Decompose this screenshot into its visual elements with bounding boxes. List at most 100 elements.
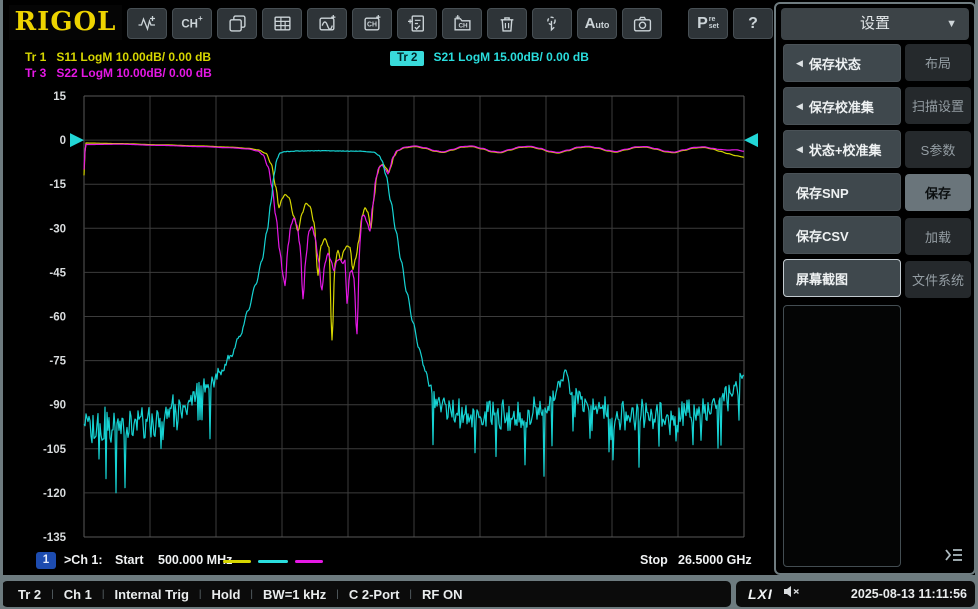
tab-label: 布局 (924, 56, 951, 71)
auto-icon: Auto (584, 14, 610, 32)
toolbar-button-help[interactable]: ? (733, 8, 773, 39)
status-item[interactable]: Tr 2 (18, 587, 41, 602)
lxi-indicator[interactable]: LXI (748, 586, 773, 602)
sidebar-item-label: 屏幕截图 (796, 271, 849, 287)
touch-icon (543, 15, 561, 33)
sidebar-item-5[interactable]: 屏幕截图 (783, 259, 901, 297)
submenu-arrow-icon: ◀ (796, 143, 803, 154)
tab-label: 扫描设置 (911, 99, 964, 115)
toolbar-button-add-trace[interactable] (127, 8, 167, 39)
status-bar: Tr 2 | Ch 1 | Internal Trig | Hold | BW=1 kHz | C … (0, 575, 978, 609)
settings-menu-panel: 设置 ▼ ◀ 保存状态 ◀ 保存校准集 ◀ 状态+校准集 保存SNP 保存CSV 屏幕截图 布局… (774, 2, 976, 575)
status-separator: | (198, 588, 202, 600)
tab-布局[interactable]: 布局 (905, 44, 971, 81)
status-separator: | (250, 588, 254, 600)
status-item[interactable]: BW=1 kHz (263, 587, 326, 602)
y-tick-label: -15 (49, 179, 66, 191)
sidebar-item-label: 保存SNP (796, 185, 849, 201)
y-tick-label: -135 (43, 532, 67, 544)
rigol-logo: RIGOL (9, 5, 122, 40)
sidebar-item-1[interactable]: ◀ 保存校准集 (783, 87, 901, 125)
y-tick-label: 15 (53, 91, 66, 103)
expand-menu-icon[interactable] (940, 543, 968, 567)
tab-扫描设置[interactable]: 扫描设置 (905, 87, 971, 125)
status-item[interactable]: Ch 1 (64, 587, 92, 602)
sidebar-item-label: 保存校准集 (808, 99, 874, 115)
sparameter-chart: 15 0 -15 -30 -45 -60 -75 -90 -105 -120 -135 (43, 91, 758, 544)
legend-dash (295, 560, 323, 563)
system-status: LXI 2025-08-13 11:11:56 (736, 581, 975, 607)
clock: 2025-08-13 11:11:56 (850, 587, 967, 601)
toolbar-button-recall-register[interactable]: CH (442, 8, 482, 39)
start-freq-value[interactable]: 500.000 MHz (158, 553, 232, 567)
status-item[interactable]: Internal Trig (115, 587, 189, 602)
tab-文件系统[interactable]: 文件系统 (905, 261, 971, 298)
legend-dash (223, 560, 251, 563)
y-tick-label: 0 (60, 135, 66, 147)
toolbar-button-autoscale[interactable]: Auto (577, 8, 617, 39)
sidebar-item-0[interactable]: ◀ 保存状态 (783, 44, 901, 82)
ref-level-marker-left[interactable] (70, 133, 84, 148)
toolbar-right-buttons: Pre set? (688, 8, 773, 39)
ref-level-marker-right[interactable] (744, 133, 758, 148)
y-tick-label: -75 (49, 356, 66, 368)
speaker-muted-icon[interactable] (783, 584, 800, 604)
start-freq-label[interactable]: Start (115, 553, 143, 567)
tab-加载[interactable]: 加载 (905, 217, 971, 255)
status-separator: | (51, 588, 54, 600)
sidebar-item-label: 状态+校准集 (808, 142, 882, 158)
channel-label: >Ch 1: (64, 553, 103, 567)
measurement-status: Tr 2 | Ch 1 | Internal Trig | Hold | BW=1 kHz | C … (2, 581, 731, 607)
toolbar-button-screenshot[interactable] (622, 8, 662, 39)
toolbar-buttons: CH+ CH CH Auto (127, 8, 662, 39)
channel-number-badge[interactable]: 1 (36, 552, 56, 569)
toolbar-button-delete[interactable] (487, 8, 527, 39)
legend-dash (258, 560, 288, 563)
toolbar-button-window-layout[interactable] (217, 8, 257, 39)
toolbar-button-new-trace-window[interactable] (307, 8, 347, 39)
add-trace-icon (137, 14, 157, 33)
toolbar-button-touch[interactable] (532, 8, 572, 39)
toolbar-button-preset[interactable]: Pre set (688, 8, 728, 39)
sidebar-item-3[interactable]: 保存SNP (783, 173, 901, 211)
channel-table-icon (273, 14, 292, 33)
y-tick-label: -60 (49, 312, 66, 324)
status-item[interactable]: RF ON (422, 587, 462, 602)
y-tick-label: -30 (49, 223, 66, 235)
tab-S参数[interactable]: S参数 (905, 130, 971, 168)
help-icon: ? (748, 14, 758, 32)
tab-label: 保存 (924, 186, 951, 202)
toolbar-button-save-register[interactable] (397, 8, 437, 39)
status-item[interactable]: Hold (212, 587, 241, 602)
menu-title: 设置 (859, 15, 890, 32)
tab-label: S参数 (920, 142, 956, 158)
vna-screen: RIGOL CH+ CH CH Auto Pre set? Tr 1 S11 LogM 1… (0, 0, 978, 609)
toolbar-button-new-channel-window[interactable]: CH (352, 8, 392, 39)
save-register-icon (407, 14, 427, 33)
submenu-arrow-icon: ◀ (796, 100, 803, 111)
status-separator: | (336, 588, 339, 600)
recall-register-icon: CH (453, 14, 472, 33)
toolbar-button-add-channel[interactable]: CH+ (172, 8, 212, 39)
svg-text:CH: CH (458, 23, 468, 30)
status-separator: | (409, 588, 413, 600)
preset-icon: Pre set (697, 14, 719, 32)
tab-保存[interactable]: 保存 (905, 174, 971, 212)
stop-freq-label[interactable]: Stop (640, 553, 668, 567)
sidebar-item-label: 保存状态 (808, 56, 861, 72)
y-tick-label: -90 (49, 400, 66, 412)
toolbar: RIGOL CH+ CH CH Auto Pre set? (3, 2, 773, 44)
menu-title-dropdown[interactable]: 设置 ▼ (781, 8, 969, 40)
submenu-empty-area (783, 305, 901, 567)
status-separator: | (101, 588, 105, 600)
toolbar-button-channel-table[interactable] (262, 8, 302, 39)
status-item[interactable]: C 2-Port (349, 587, 400, 602)
camera-icon (633, 15, 652, 33)
tab-label: 加载 (924, 229, 951, 245)
y-tick-label: -120 (43, 488, 66, 500)
y-tick-label: -45 (49, 267, 66, 279)
new-trace-window-icon (318, 14, 337, 33)
stop-freq-value[interactable]: 26.5000 GHz (678, 553, 752, 567)
sidebar-item-4[interactable]: 保存CSV (783, 216, 901, 254)
sidebar-item-2[interactable]: ◀ 状态+校准集 (783, 130, 901, 168)
